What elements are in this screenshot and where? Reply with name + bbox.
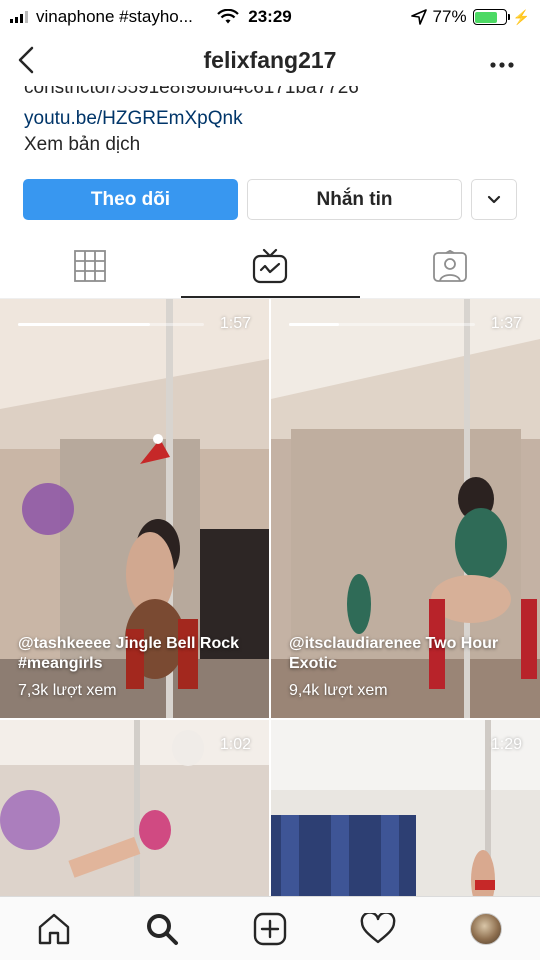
tagged-icon bbox=[433, 250, 467, 282]
video-progress-bar bbox=[18, 323, 204, 326]
igtv-video-thumbnail[interactable]: 1:29 bbox=[271, 720, 540, 896]
more-options-button[interactable] bbox=[490, 48, 514, 74]
igtv-grid: 1:57 @tashkeeee Jingle Bell Rock #meangi… bbox=[0, 299, 540, 896]
chevron-down-icon bbox=[487, 195, 501, 204]
igtv-video-thumbnail[interactable]: 1:02 bbox=[0, 720, 269, 896]
battery-icon bbox=[472, 9, 510, 25]
video-duration: 1:37 bbox=[490, 315, 522, 332]
message-button[interactable]: Nhắn tin bbox=[247, 179, 462, 220]
more-horizontal-icon bbox=[490, 62, 514, 68]
profile-tabs bbox=[0, 234, 540, 298]
video-duration: 1:02 bbox=[219, 736, 251, 753]
activity-heart-icon bbox=[360, 912, 396, 943]
nav-new-post[interactable] bbox=[216, 897, 324, 960]
suggestions-dropdown-button[interactable] bbox=[471, 179, 517, 220]
video-view-count: 9,4k lượt xem bbox=[289, 682, 388, 699]
charging-icon: ⚡ bbox=[512, 8, 530, 25]
signal-icon bbox=[10, 11, 28, 23]
see-translation-link[interactable]: Xem bản dịch bbox=[24, 134, 140, 156]
profile-header: felixfang217 bbox=[0, 38, 540, 82]
status-bar: vinaphone #stayho... 23:29 77% ⚡ bbox=[0, 0, 540, 34]
video-duration: 1:57 bbox=[219, 315, 251, 332]
home-icon bbox=[38, 913, 70, 944]
bio-link[interactable]: youtu.be/HZGREmXpQnk bbox=[24, 108, 243, 130]
igtv-video-thumbnail[interactable]: 1:37 @itsclaudiarenee Two Hour Exotic 9,… bbox=[271, 299, 540, 718]
search-icon bbox=[147, 913, 178, 945]
video-caption: @tashkeeee Jingle Bell Rock #meangirls bbox=[18, 635, 240, 672]
bottom-navigation bbox=[0, 896, 540, 960]
back-button[interactable] bbox=[18, 42, 46, 78]
nav-home[interactable] bbox=[0, 897, 108, 960]
carrier-name: vinaphone #stayho... bbox=[36, 7, 193, 26]
chevron-left-icon bbox=[18, 46, 34, 74]
igtv-video-thumbnail[interactable]: 1:57 @tashkeeee Jingle Bell Rock #meangi… bbox=[0, 299, 269, 718]
nav-search[interactable] bbox=[108, 897, 216, 960]
nav-profile[interactable] bbox=[432, 897, 540, 960]
video-duration: 1:29 bbox=[490, 736, 522, 753]
bio-text-clipped: constrictor/5591e8f96bfd4c6171ba7726 bbox=[24, 86, 359, 98]
tab-grid[interactable] bbox=[0, 234, 180, 298]
progress-fill bbox=[18, 323, 151, 326]
video-progress-bar bbox=[289, 323, 475, 326]
progress-fill bbox=[289, 323, 340, 326]
video-view-count: 7,3k lượt xem bbox=[18, 682, 117, 699]
profile-avatar bbox=[470, 912, 502, 945]
follow-button[interactable]: Theo dõi bbox=[23, 179, 238, 220]
igtv-icon bbox=[252, 248, 288, 284]
grid-icon bbox=[74, 250, 106, 282]
video-caption: @itsclaudiarenee Two Hour Exotic bbox=[289, 635, 499, 672]
battery-percent: 77% bbox=[432, 7, 467, 26]
tab-tagged[interactable] bbox=[360, 234, 540, 298]
new-post-icon bbox=[253, 912, 287, 945]
profile-username: felixfang217 bbox=[203, 46, 337, 73]
tab-igtv[interactable] bbox=[180, 234, 360, 298]
wifi-icon bbox=[217, 9, 239, 24]
location-arrow-icon bbox=[410, 9, 427, 25]
nav-activity[interactable] bbox=[324, 897, 432, 960]
